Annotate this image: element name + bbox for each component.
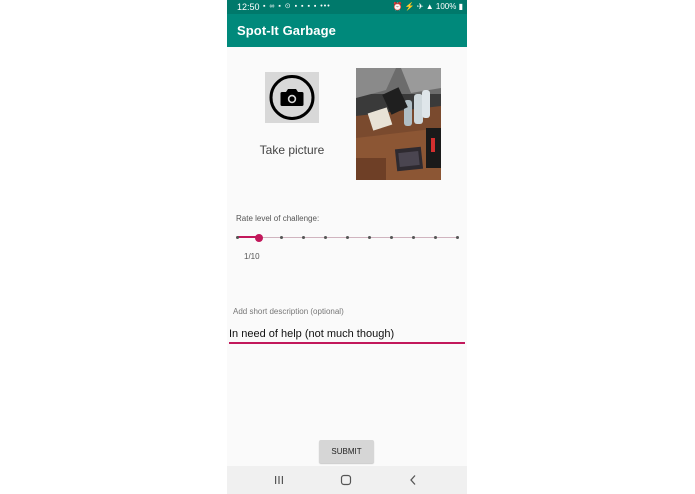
captured-photo xyxy=(356,68,441,180)
challenge-value: 1/10 xyxy=(244,252,260,261)
description-label: Add short description (optional) xyxy=(233,307,344,316)
navigation-bar xyxy=(227,466,467,494)
status-bar: 12:50 ▪ ∞ ▪ ⊙ ▪ ▪ ▪ ▪ ••• ⏰ ⚡ ✈ ▲ 100% ▮ xyxy=(227,0,467,14)
slider-tick xyxy=(236,236,239,239)
challenge-slider[interactable] xyxy=(235,230,461,246)
home-icon[interactable] xyxy=(338,473,354,487)
slider-tick xyxy=(302,236,305,239)
slider-tick xyxy=(390,236,393,239)
recent-apps-icon[interactable] xyxy=(271,473,287,487)
slider-tick xyxy=(324,236,327,239)
photo-image xyxy=(356,68,441,180)
app-bar: Spot-It Garbage xyxy=(227,14,467,47)
slider-tick xyxy=(346,236,349,239)
take-picture-button[interactable] xyxy=(265,72,319,123)
camera-icon xyxy=(269,75,315,120)
slider-tick xyxy=(368,236,371,239)
notification-icons: ▪ ∞ ▪ ⊙ ▪ ▪ ▪ ▪ ••• xyxy=(263,3,331,10)
system-status-icons: ⏰ ⚡ ✈ ▲ 100% ▮ xyxy=(392,2,463,11)
slider-thumb[interactable] xyxy=(255,234,263,242)
slider-tick xyxy=(412,236,415,239)
status-time: 12:50 xyxy=(237,2,260,12)
challenge-label: Rate level of challenge: xyxy=(236,214,320,223)
take-picture-label[interactable]: Take picture xyxy=(241,143,343,157)
slider-tick xyxy=(280,236,283,239)
submit-button[interactable]: SUBMIT xyxy=(319,440,374,463)
back-icon[interactable] xyxy=(405,473,421,487)
slider-tick xyxy=(456,236,459,239)
description-input[interactable] xyxy=(229,326,465,344)
app-title: Spot-It Garbage xyxy=(237,23,337,38)
slider-tick xyxy=(434,236,437,239)
phone-screen: 12:50 ▪ ∞ ▪ ⊙ ▪ ▪ ▪ ▪ ••• ⏰ ⚡ ✈ ▲ 100% ▮… xyxy=(227,0,467,494)
